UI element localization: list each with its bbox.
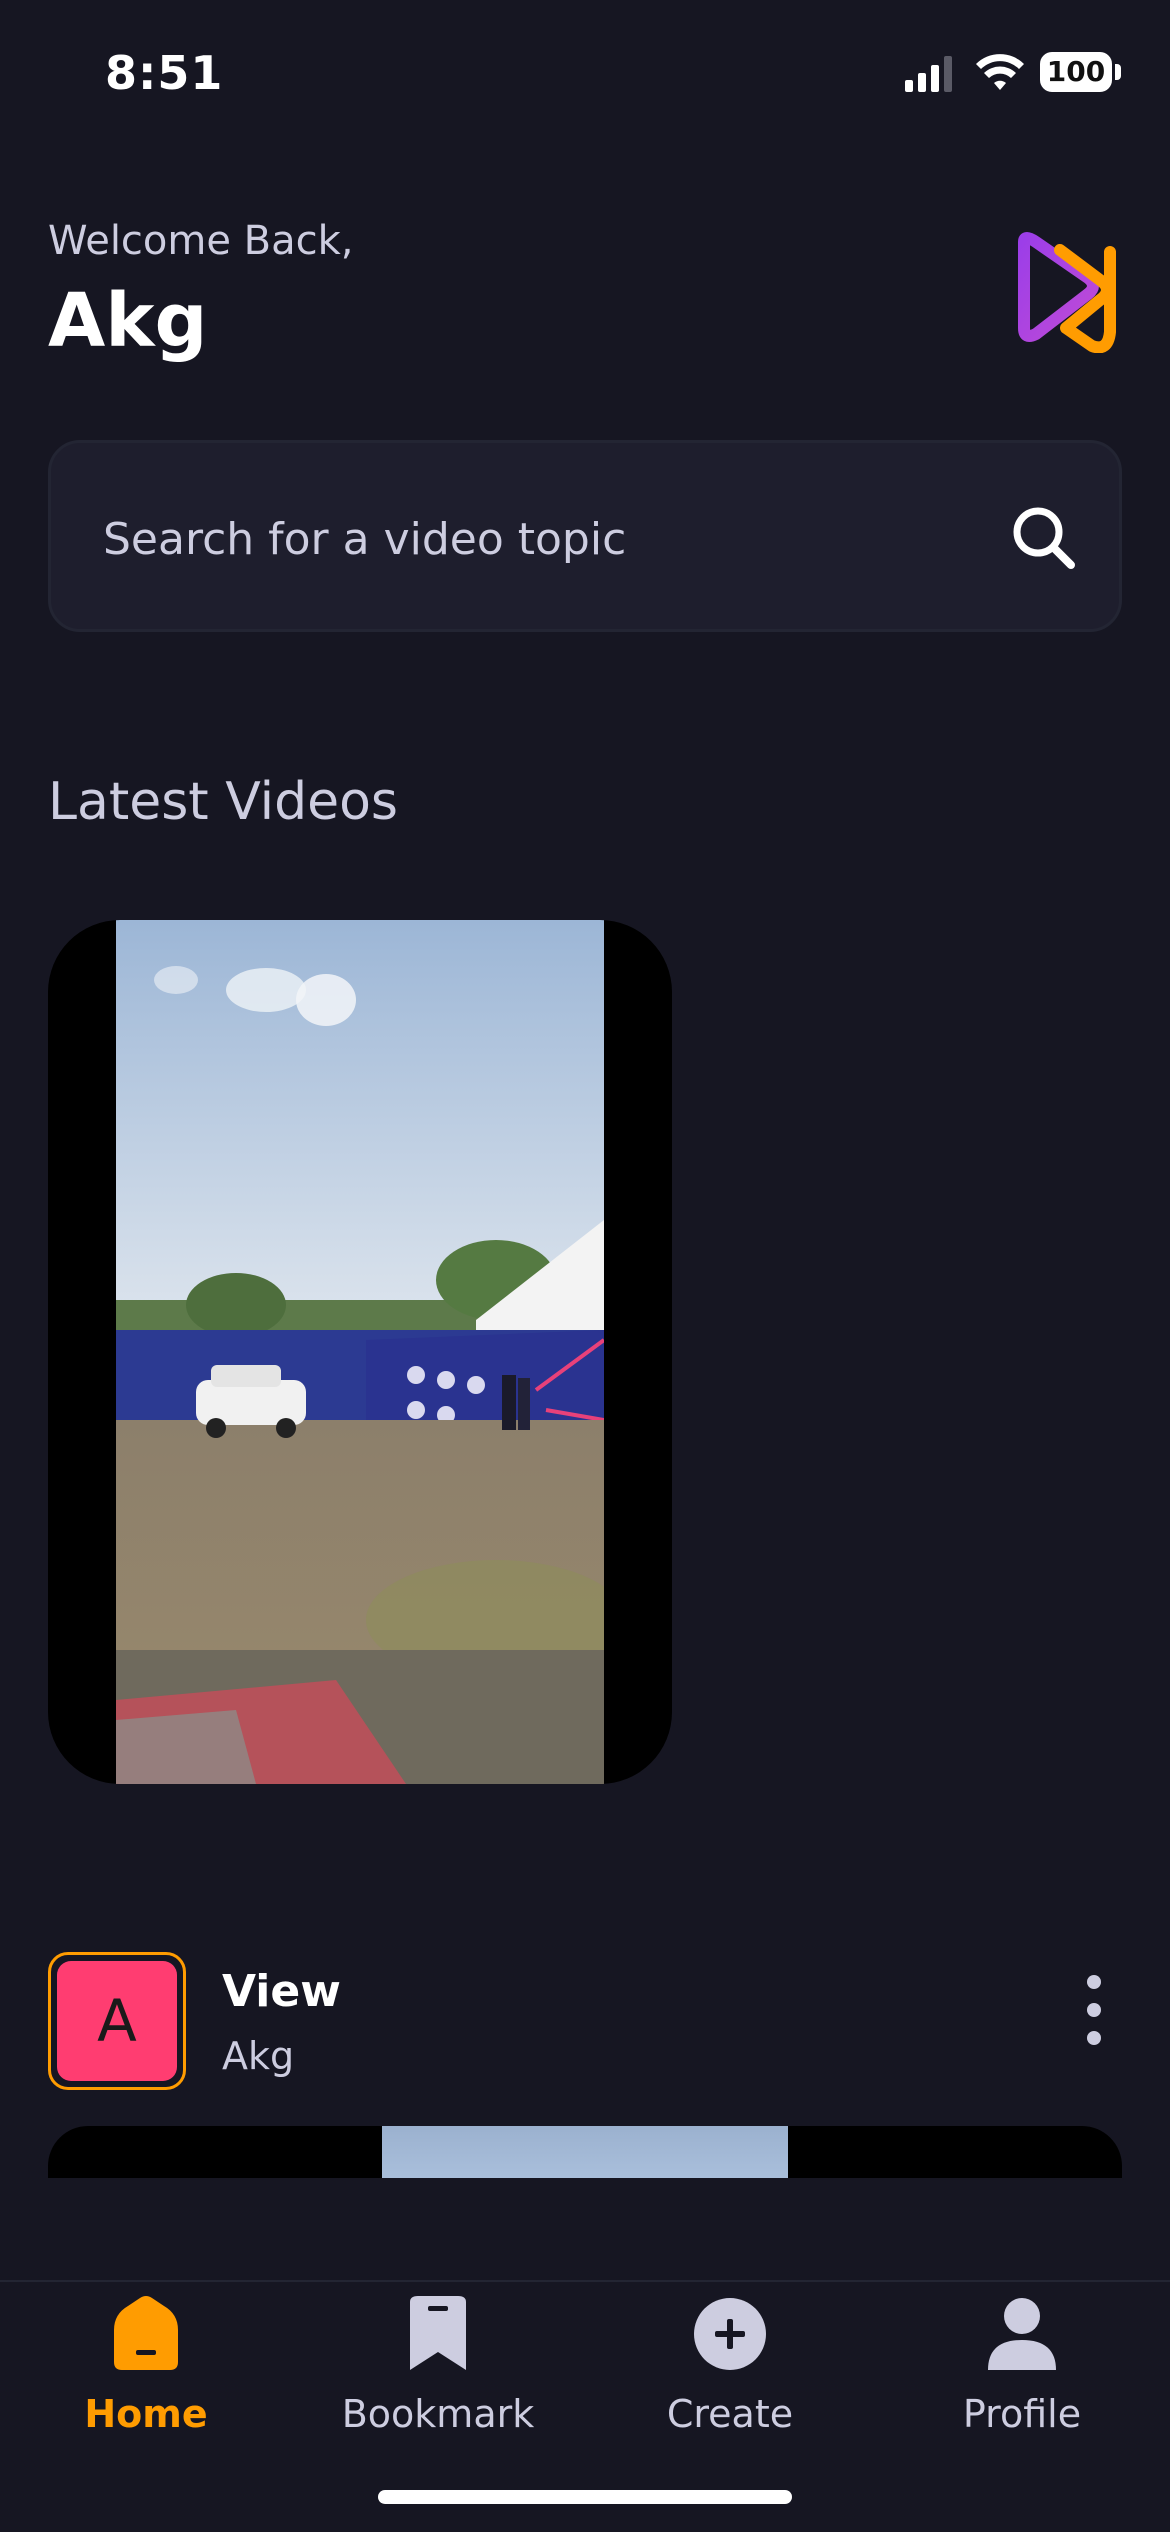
tab-create-label: Create xyxy=(666,2392,794,2436)
creator-avatar[interactable]: A xyxy=(48,1952,186,2090)
battery-tip xyxy=(1115,64,1121,80)
video-creator: Akg xyxy=(222,2034,295,2078)
avatar-letter: A xyxy=(57,1961,177,2081)
more-options-icon[interactable] xyxy=(1080,1975,1108,2045)
plus-icon xyxy=(694,2298,766,2370)
tab-profile-label: Profile xyxy=(962,2392,1082,2436)
tab-bookmark-label: Bookmark xyxy=(341,2392,535,2436)
search-bar xyxy=(48,440,1122,632)
video-post-thumbnail[interactable] xyxy=(48,2126,1122,2178)
battery-icon: 100 xyxy=(1040,52,1112,92)
tab-profile[interactable]: Profile xyxy=(876,2282,1168,2462)
home-indicator xyxy=(378,2490,792,2504)
status-bar: 8:51 100 xyxy=(0,0,1170,150)
tab-home[interactable]: Home xyxy=(0,2282,292,2462)
wifi-icon xyxy=(976,54,1024,90)
search-icon[interactable] xyxy=(1009,503,1079,573)
search-input[interactable] xyxy=(103,503,983,575)
username-heading: Akg xyxy=(48,278,208,364)
status-time: 8:51 xyxy=(105,46,224,100)
cellular-signal-icon xyxy=(905,56,952,92)
bookmark-icon xyxy=(410,2296,466,2370)
video-post-image xyxy=(382,2126,788,2178)
latest-video-card[interactable] xyxy=(48,920,672,1784)
tab-bookmark[interactable]: Bookmark xyxy=(292,2282,584,2462)
tab-home-label: Home xyxy=(84,2392,208,2436)
battery-level: 100 xyxy=(1046,55,1106,88)
home-icon xyxy=(114,2296,178,2370)
video-thumbnail xyxy=(116,920,604,1784)
latest-videos-title: Latest Videos xyxy=(48,772,399,832)
welcome-text: Welcome Back, xyxy=(48,218,354,264)
video-title: View xyxy=(222,1966,341,2017)
tab-create[interactable]: Create xyxy=(584,2282,876,2462)
app-logo-icon xyxy=(1018,232,1116,353)
profile-icon xyxy=(988,2298,1056,2370)
